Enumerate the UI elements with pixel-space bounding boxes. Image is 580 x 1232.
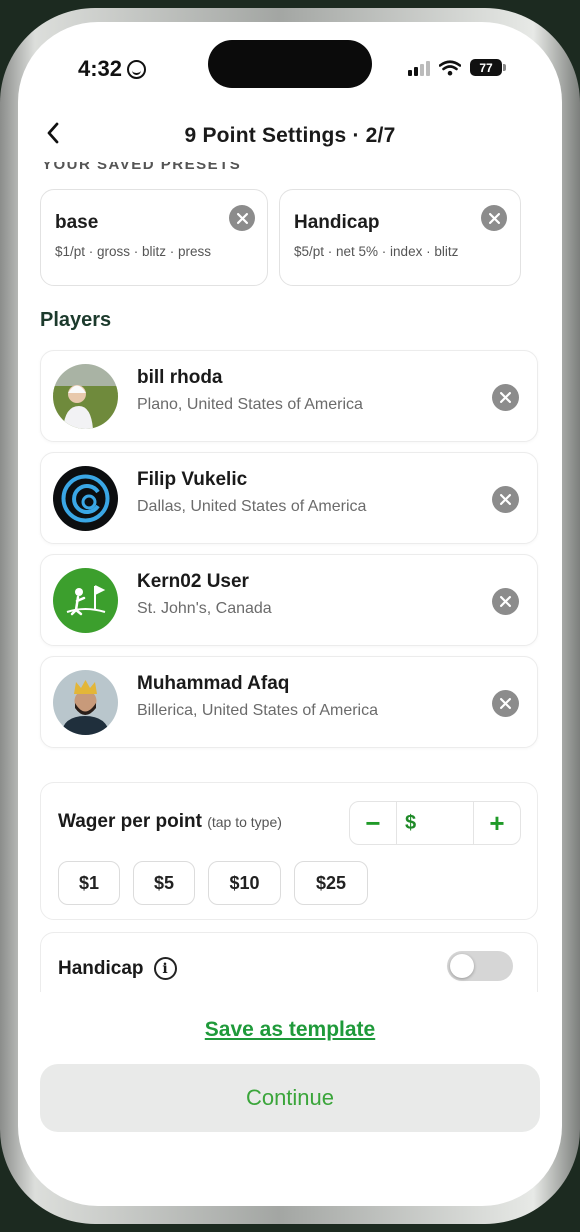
wifi-icon — [439, 59, 461, 75]
increment-button[interactable]: + — [474, 802, 520, 844]
wager-card: Wager per point (tap to type) − $ + $1 $… — [40, 782, 538, 920]
handicap-label-text: Handicap — [58, 957, 144, 979]
chip-1[interactable]: $1 — [58, 861, 120, 905]
players-heading: Players — [40, 309, 112, 331]
page-title: 9 Point Settings · 2/7 — [184, 124, 396, 147]
chip-5[interactable]: $5 — [133, 861, 195, 905]
player-location: Plano, United States of America — [137, 396, 363, 413]
info-icon[interactable]: i — [153, 957, 177, 980]
nav-header: 9 Point Settings · 2/7 — [18, 114, 562, 158]
avatar — [53, 466, 118, 531]
scroll-content[interactable]: YOUR SAVED PRESETS base $1/pt · gross · … — [18, 162, 562, 992]
avatar — [53, 568, 118, 633]
close-icon — [500, 596, 511, 607]
remove-player-button[interactable] — [492, 690, 519, 717]
player-location: Billerica, United States of America — [137, 702, 378, 719]
avatar — [53, 670, 118, 735]
wager-chips: $1 $5 $10 $25 — [58, 861, 368, 905]
remove-player-button[interactable] — [492, 384, 519, 411]
battery-level: 77 — [479, 60, 493, 75]
chip-10[interactable]: $10 — [208, 861, 281, 905]
close-icon — [488, 212, 500, 224]
player-card[interactable]: Muhammad Afaq Billerica, United States o… — [40, 656, 538, 748]
dynamic-island — [208, 40, 372, 88]
player-card[interactable]: Filip Vukelic Dallas, United States of A… — [40, 452, 538, 544]
remove-player-button[interactable] — [492, 486, 519, 513]
decrement-button[interactable]: − — [350, 802, 396, 844]
continue-button[interactable]: Continue — [40, 1064, 540, 1132]
preset-name: Handicap — [294, 212, 380, 233]
close-icon — [500, 392, 511, 403]
battery-icon: 77 — [470, 59, 506, 76]
signal-icon — [408, 60, 430, 76]
close-icon — [500, 698, 511, 709]
close-icon — [236, 212, 248, 224]
player-name: Filip Vukelic — [137, 469, 248, 490]
preset-desc: $1/pt · gross · blitz · press — [55, 244, 212, 259]
wager-hint: (tap to type) — [207, 814, 282, 830]
smiley-icon — [127, 59, 147, 79]
status-time: 4:32 — [78, 56, 147, 82]
wager-label: Wager per point (tap to type) — [58, 811, 282, 833]
player-name: Muhammad Afaq — [137, 673, 290, 694]
remove-player-button[interactable] — [492, 588, 519, 615]
status-indicators: 77 — [408, 59, 506, 76]
preset-name: base — [55, 212, 99, 233]
avatar — [53, 364, 118, 429]
remove-preset-button[interactable] — [481, 205, 507, 231]
player-card[interactable]: Kern02 User St. John's, Canada — [40, 554, 538, 646]
player-name: Kern02 User — [137, 571, 249, 592]
remove-preset-button[interactable] — [229, 205, 255, 231]
handicap-toggle[interactable] — [447, 951, 513, 981]
wager-stepper: − $ + — [349, 801, 521, 845]
preset-desc: $5/pt · net 5% · index · blitz — [294, 244, 459, 259]
player-card[interactable]: bill rhoda Plano, United States of Ameri… — [40, 350, 538, 442]
phone-screen: 4:32 77 9 Point Settings · 2/7 YOUR SAVE… — [18, 22, 562, 1206]
player-name: bill rhoda — [137, 367, 223, 388]
wager-input[interactable]: $ — [396, 802, 474, 844]
player-location: St. John's, Canada — [137, 600, 272, 617]
chip-25[interactable]: $25 — [294, 861, 368, 905]
handicap-card: Handicap i — [40, 932, 538, 992]
status-time-text: 4:32 — [78, 56, 123, 81]
preset-card-base[interactable]: base $1/pt · gross · blitz · press — [40, 189, 268, 286]
handicap-label: Handicap i — [58, 957, 177, 980]
presets-section-label: YOUR SAVED PRESETS — [42, 162, 242, 173]
wager-label-text: Wager per point — [58, 811, 202, 832]
preset-card-handicap[interactable]: Handicap $5/pt · net 5% · index · blitz — [279, 189, 521, 286]
save-template-link[interactable]: Save as template — [18, 1018, 562, 1042]
close-icon — [500, 494, 511, 505]
player-location: Dallas, United States of America — [137, 498, 367, 515]
